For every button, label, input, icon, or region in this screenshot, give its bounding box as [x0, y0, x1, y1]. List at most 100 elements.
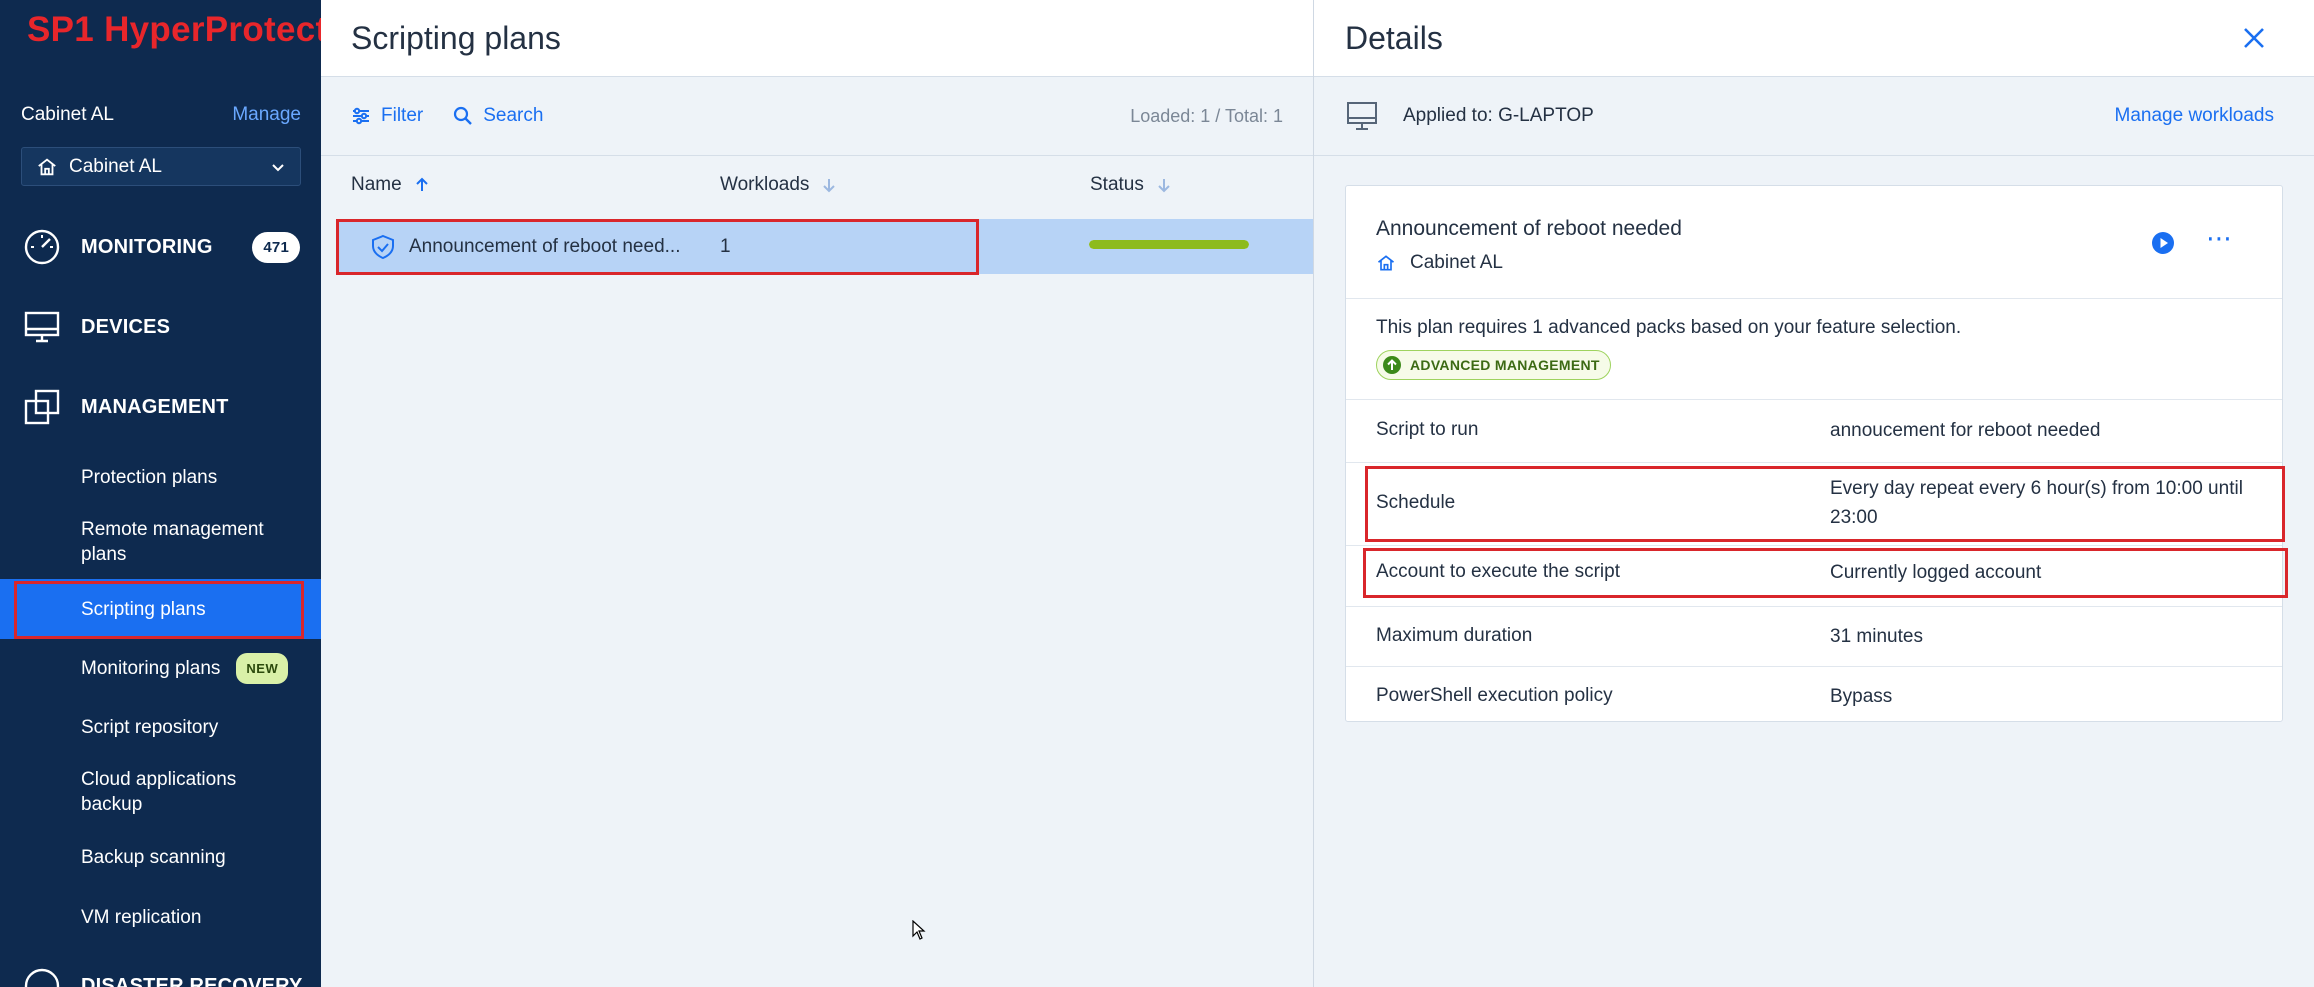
shield-check-icon	[372, 234, 394, 259]
property-value: Bypass	[1830, 686, 1893, 707]
filter-icon	[353, 107, 369, 125]
column-header-status[interactable]: Status	[1090, 174, 1172, 196]
brand-logo: SP1 HyperProtect	[27, 10, 321, 49]
requirement-text: This plan requires 1 advanced packs base…	[1376, 317, 1962, 338]
sidebar-item-label: Monitoring plans	[81, 657, 221, 679]
sidebar-item-remote-management-plans[interactable]: Remote management plans	[0, 516, 321, 568]
monitor-icon	[1347, 102, 1377, 130]
advanced-management-badge: ADVANCED MANAGEMENT	[1376, 350, 1611, 380]
search-icon	[454, 106, 473, 125]
arrow-up-circle-icon	[1383, 356, 1401, 374]
status-progress-fill	[1089, 240, 1249, 249]
home-icon	[1377, 255, 1395, 271]
property-row: Schedule Every day repeat every 6 hour(s…	[1346, 463, 2282, 546]
tenant-selector[interactable]: Cabinet AL	[21, 147, 301, 186]
property-value: annoucement for reboot needed	[1830, 420, 2101, 441]
property-value: Currently logged account	[1830, 562, 2042, 583]
advanced-badge-label: ADVANCED MANAGEMENT	[1410, 357, 1600, 373]
new-badge: NEW	[236, 652, 289, 684]
details-panel: Details Applied to: G-LAPTOP Manage work…	[1313, 0, 2314, 987]
sidebar-item-label: Scripting plans	[81, 598, 206, 620]
property-row: Account to execute the script Currently …	[1346, 546, 2282, 607]
monitor-icon	[24, 311, 60, 343]
plan-summary: Announcement of reboot needed Cabinet AL…	[1346, 186, 2282, 299]
column-label: Workloads	[720, 173, 810, 195]
property-key: PowerShell execution policy	[1376, 685, 1613, 706]
plan-tenant: Cabinet AL	[1376, 252, 1503, 274]
tenant-selector-value: Cabinet AL	[69, 155, 162, 177]
alert-count-badge: 471	[252, 231, 300, 263]
row-workloads: 1	[720, 235, 731, 257]
sidebar-item-label: VM replication	[81, 906, 202, 928]
nav-management-label: MANAGEMENT	[81, 395, 229, 418]
advanced-pack-notice: This plan requires 1 advanced packs base…	[1346, 299, 2282, 400]
disaster-recovery-icon	[24, 968, 60, 987]
sidebar-item-label: Script repository	[81, 716, 219, 738]
property-row: PowerShell execution policy Bypass	[1346, 667, 2282, 722]
tenant-name: Cabinet AL	[21, 104, 114, 125]
details-title: Details	[1345, 19, 1443, 56]
sidebar: SP1 HyperProtect Cabinet AL Manage Cabin…	[0, 0, 321, 987]
nav-monitoring-label: MONITORING	[81, 235, 213, 258]
page-title: Scripting plans	[321, 0, 1313, 77]
sidebar-item-vm-replication[interactable]: VM replication	[0, 904, 321, 930]
filter-label: Filter	[381, 105, 424, 126]
status-progress-bar	[1089, 240, 1249, 249]
plan-tenant-label: Cabinet AL	[1410, 252, 1503, 273]
table-header: Name Workloads Status	[321, 156, 1313, 213]
plan-details-card: Announcement of reboot needed Cabinet AL…	[1345, 185, 2283, 722]
nav-devices-label: DEVICES	[81, 315, 171, 338]
nav-monitoring[interactable]: MONITORING 471	[0, 207, 321, 287]
applied-to-label: Applied to: G-LAPTOP	[1403, 105, 1594, 126]
applied-to-bar: Applied to: G-LAPTOP Manage workloads	[1314, 77, 2314, 156]
more-icon[interactable]: ⋯	[2206, 225, 2233, 251]
sort-arrow-icon	[823, 178, 836, 192]
column-label: Name	[351, 173, 402, 195]
column-header-workloads[interactable]: Workloads	[720, 174, 837, 196]
sidebar-item-label: Remote management plans	[81, 519, 264, 565]
property-value: Every day repeat every 6 hour(s) from 10…	[1830, 478, 2243, 528]
sidebar-item-backup-scanning[interactable]: Backup scanning	[0, 844, 321, 870]
tenant-row: Cabinet AL Manage	[21, 100, 301, 130]
sidebar-item-cloud-applications-backup[interactable]: Cloud applications backup	[0, 766, 321, 818]
property-key: Account to execute the script	[1376, 561, 1620, 582]
sidebar-item-monitoring-plans[interactable]: Monitoring plans NEW	[0, 652, 321, 684]
column-label: Status	[1090, 173, 1144, 195]
search-button[interactable]: Search	[453, 105, 543, 127]
property-value: 31 minutes	[1830, 626, 1923, 647]
plan-name: Announcement of reboot needed	[1376, 217, 1682, 240]
speedometer-icon	[24, 229, 60, 265]
toolbar: Filter Search Loaded: 1 / Total: 1	[321, 77, 1313, 156]
property-key: Script to run	[1376, 419, 1479, 440]
main-panel: Scripting plans Filter Search Loaded: 1 …	[321, 0, 1313, 987]
manage-link[interactable]: Manage	[232, 104, 301, 126]
home-icon	[38, 158, 56, 175]
nav-devices[interactable]: DEVICES	[0, 287, 321, 367]
sort-arrow-icon	[1158, 178, 1170, 192]
sidebar-item-scripting-plans[interactable]: Scripting plans	[0, 579, 321, 639]
details-header: Details	[1314, 0, 2314, 77]
play-icon[interactable]	[2151, 231, 2175, 255]
property-row: Script to run annoucement for reboot nee…	[1346, 400, 2282, 463]
sidebar-item-label: Backup scanning	[81, 846, 226, 868]
mouse-cursor-icon	[912, 920, 926, 940]
sidebar-item-script-repository[interactable]: Script repository	[0, 714, 321, 740]
management-icon	[24, 389, 60, 425]
manage-workloads-link[interactable]: Manage workloads	[2115, 105, 2274, 127]
search-label: Search	[483, 105, 544, 126]
loaded-count: Loaded: 1 / Total: 1	[1130, 105, 1283, 126]
filter-button[interactable]: Filter	[351, 105, 423, 127]
chevron-down-icon	[272, 163, 284, 171]
sort-arrow-icon	[415, 177, 428, 191]
nav-disaster-recovery[interactable]: DISASTER RECOVERY	[0, 946, 321, 987]
property-key: Maximum duration	[1376, 625, 1533, 646]
row-name: Announcement of reboot need...	[409, 235, 681, 257]
nav-management[interactable]: MANAGEMENT	[0, 367, 321, 447]
sidebar-item-label: Cloud applications backup	[81, 769, 237, 815]
sidebar-item-label: Protection plans	[81, 466, 218, 488]
sidebar-item-protection-plans[interactable]: Protection plans	[0, 464, 321, 490]
close-icon[interactable]	[2240, 24, 2268, 52]
column-header-name[interactable]: Name	[351, 174, 430, 196]
property-row: Maximum duration 31 minutes	[1346, 607, 2282, 667]
table-row[interactable]: Announcement of reboot need... 1	[338, 219, 1313, 274]
